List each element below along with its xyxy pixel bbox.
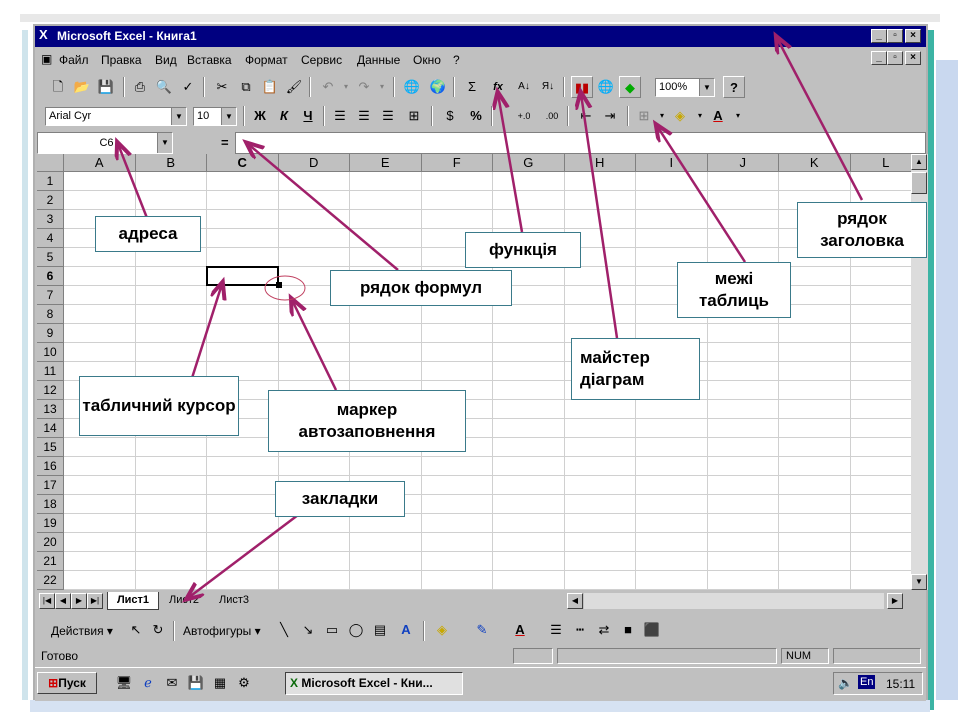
callout-borders: межі таблиць (677, 262, 791, 318)
callout-autofill: маркер автозаповнення (268, 390, 466, 452)
callout-tabs: закладки (275, 481, 405, 517)
arrow-function (498, 94, 524, 233)
arrow-cursor (190, 284, 222, 379)
callout-formula-row: рядок формул (330, 270, 512, 306)
autofill-highlight (264, 275, 306, 301)
arrow-address (118, 144, 149, 219)
arrow-header-row (777, 38, 864, 201)
callout-address: адреса (95, 216, 201, 252)
callout-header-row: рядок заголовка (797, 202, 927, 258)
arrow-formula-row (248, 144, 399, 271)
annotation-arrows (0, 0, 864, 720)
arrow-tabs (188, 514, 299, 598)
callout-cursor: табличний курсор (79, 376, 239, 436)
arrow-autofill (292, 300, 338, 391)
callout-function: функція (465, 232, 581, 268)
arrow-borders (657, 126, 747, 263)
arrow-chart-wizard (581, 94, 619, 339)
callout-chart-wizard: майстер діаграм (571, 338, 700, 400)
